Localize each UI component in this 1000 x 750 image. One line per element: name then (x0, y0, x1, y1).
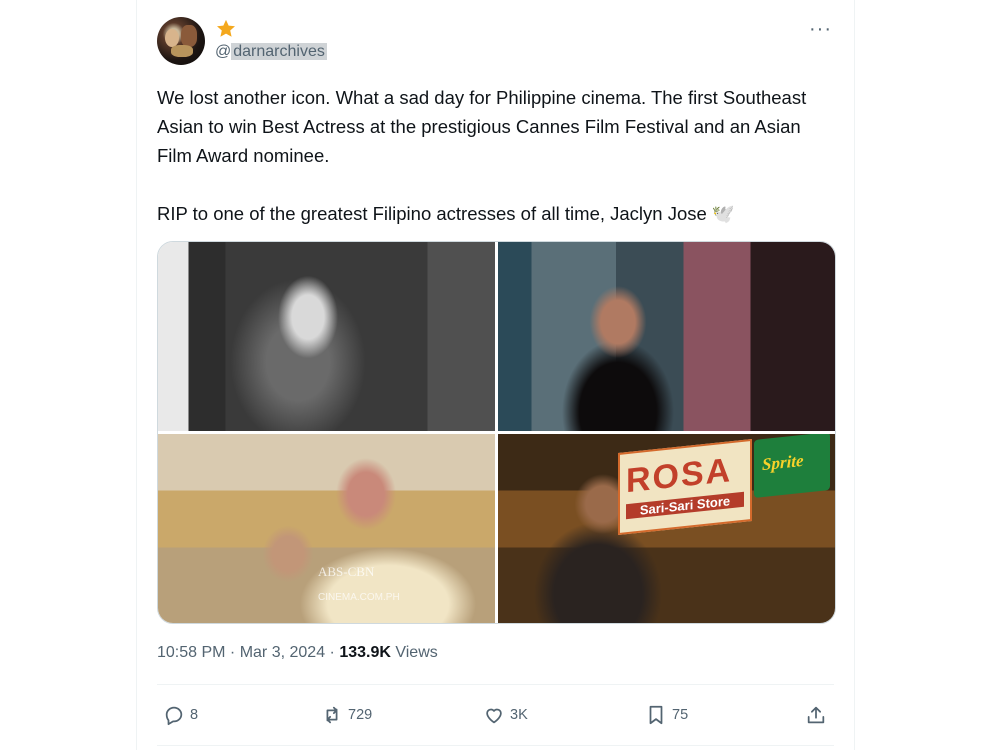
share-icon (807, 706, 825, 724)
media-grid: ABS-CBN CINEMA.COM.PH ROSA Sari-Sari Sto… (157, 241, 836, 624)
repost-count: 729 (348, 707, 373, 723)
bookmark-button[interactable]: 75 (645, 700, 688, 730)
like-count: 3K (510, 707, 528, 723)
photo-2[interactable] (498, 242, 835, 431)
handle-prefix: @ (215, 43, 232, 60)
photo-watermark-url: CINEMA.COM.PH (318, 592, 400, 603)
divider (157, 745, 834, 746)
share-button[interactable] (805, 700, 832, 730)
tweet-meta: 10:58 PM · Mar 3, 2024 · 133.9K Views (157, 644, 438, 662)
bookmark-count: 75 (672, 707, 689, 723)
avatar[interactable] (157, 17, 205, 65)
tweet-paragraph-2: RIP to one of the greatest Filipino actr… (157, 203, 735, 224)
star-icon (217, 19, 235, 37)
photo-watermark: ABS-CBN (318, 564, 375, 579)
views-label: Views (390, 644, 438, 661)
sprite-sign-text: Sprite (762, 450, 804, 475)
post-date[interactable]: Mar 3, 2024 (240, 644, 325, 661)
post-time[interactable]: 10:58 PM (157, 644, 225, 661)
reply-icon (165, 706, 183, 726)
sprite-sign: Sprite (754, 434, 830, 498)
bookmark-icon (649, 705, 663, 725)
tweet-card: @ darnarchives ··· We lost another icon. … (136, 0, 855, 750)
tweet-paragraph-1: We lost another icon. What a sad day for… (157, 87, 807, 166)
like-icon (486, 708, 502, 724)
repost-button[interactable]: 729 (321, 700, 372, 730)
user-handle[interactable]: @ darnarchives (215, 43, 327, 61)
views-count: 133.9K (339, 644, 391, 661)
photo-4[interactable]: ROSA Sari-Sari Store Sprite (498, 434, 835, 623)
more-icon[interactable]: ··· (809, 19, 832, 39)
repost-icon (326, 706, 338, 724)
handle-name: darnarchives (231, 43, 327, 60)
tweet-text: We lost another icon. What a sad day for… (157, 83, 817, 228)
reply-count: 8 (190, 707, 199, 723)
photo-3[interactable]: ABS-CBN CINEMA.COM.PH (158, 434, 495, 623)
meta-separator: · (325, 644, 340, 661)
divider (157, 684, 834, 685)
meta-separator: · (225, 644, 240, 661)
photo-1[interactable] (158, 242, 495, 431)
action-bar: 8 729 3K 75 (157, 700, 834, 730)
store-sign: ROSA Sari-Sari Store (618, 438, 752, 536)
reply-button[interactable]: 8 (163, 700, 198, 730)
like-button[interactable]: 3K (483, 700, 528, 730)
